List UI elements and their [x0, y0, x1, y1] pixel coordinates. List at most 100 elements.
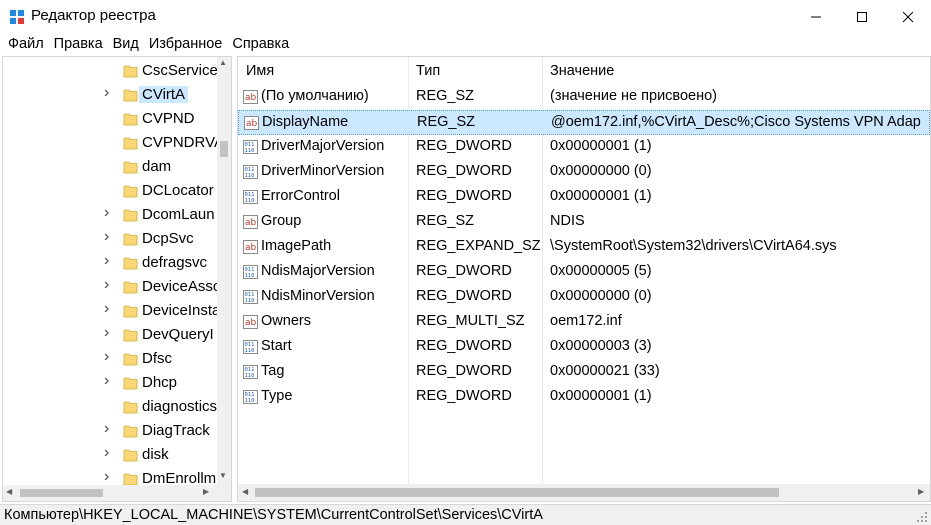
menu-view[interactable]: Вид — [108, 33, 144, 56]
tree-item[interactable]: CscService — [3, 59, 218, 83]
tree-item-label: DeviceAsso — [142, 278, 222, 295]
close-button[interactable] — [885, 0, 931, 33]
value-name: Group — [261, 213, 302, 229]
tree-item[interactable]: diagnostics — [3, 395, 217, 419]
close-icon — [902, 11, 914, 22]
table-row[interactable]: 011 110 ErrorControl REG_DWORD 0x00000001 (1… — [238, 185, 930, 210]
chevron-right-icon[interactable]: › — [104, 300, 109, 318]
table-row[interactable]: 011 110 Start REG_DWORD 0x00000003 (3) — [238, 335, 930, 360]
value-data: 0x00000000 (0) — [550, 288, 652, 304]
folder-icon — [123, 185, 138, 198]
chevron-right-icon[interactable]: › — [104, 468, 109, 486]
folder-icon — [123, 257, 138, 270]
chevron-right-icon[interactable]: › — [104, 324, 109, 342]
menu-favorites[interactable]: Избранное — [144, 33, 227, 56]
list-horizontal-scrollbar[interactable]: ◀ ▶ — [238, 484, 930, 501]
tree-item[interactable]: CVPND — [3, 107, 217, 131]
chevron-right-icon[interactable]: › — [104, 204, 109, 222]
value-name: ImagePath — [261, 238, 332, 254]
values-list[interactable]: Имя Тип Значение ◀ ▶ ab (По умолчанию) REG… — [237, 56, 931, 502]
menu-edit[interactable]: Правка — [49, 33, 108, 56]
value-type: REG_DWORD — [416, 363, 512, 379]
scroll-thumb[interactable] — [255, 488, 779, 497]
chevron-right-icon[interactable]: › — [104, 228, 109, 246]
title-bar[interactable]: Редактор реестра — [0, 0, 931, 33]
menu-help[interactable]: Справка — [227, 33, 294, 56]
table-row[interactable]: ab Owners REG_MULTI_SZ oem172.inf — [238, 310, 930, 335]
scroll-thumb[interactable] — [220, 141, 228, 157]
tree-item-label: CVirtA — [139, 86, 189, 103]
chevron-right-icon[interactable]: › — [104, 420, 109, 438]
svg-text:ab: ab — [245, 218, 257, 228]
binary-value-icon: 011110 — [243, 365, 258, 379]
binary-value-icon: 011110 — [243, 290, 258, 304]
value-name: Start — [261, 338, 292, 354]
svg-text:110: 110 — [245, 198, 255, 204]
value-data: 0x00000001 (1) — [550, 138, 652, 154]
value-type: REG_DWORD — [416, 163, 512, 179]
minimize-button[interactable] — [793, 0, 839, 33]
chevron-right-icon[interactable]: › — [104, 252, 109, 270]
regedit-icon — [10, 10, 24, 24]
tree-vertical-scrollbar[interactable]: ▲ ▼ — [217, 57, 231, 485]
tree-item[interactable]: › DeviceInsta — [3, 299, 220, 323]
chevron-right-icon[interactable]: › — [104, 372, 109, 390]
column-header-type[interactable]: Тип — [416, 57, 440, 85]
tree-item[interactable]: › DcpSvc — [3, 227, 217, 251]
tree-item[interactable]: › Dhcp — [3, 371, 217, 395]
svg-text:110: 110 — [245, 398, 255, 404]
column-header-data[interactable]: Значение — [550, 57, 614, 85]
maximize-button[interactable] — [839, 0, 885, 33]
chevron-right-icon[interactable]: › — [104, 276, 109, 294]
scroll-left-icon[interactable]: ◀ — [242, 487, 248, 496]
table-row[interactable]: 011 110 NdisMajorVersion REG_DWORD 0x0000000… — [238, 260, 930, 285]
registry-tree[interactable]: › DmEnrollm › disk › DiagTrack diagnostics › Dhc… — [2, 56, 232, 502]
scroll-right-icon[interactable]: ▶ — [918, 487, 924, 496]
table-row[interactable]: 011 110 NdisMinorVersion REG_DWORD 0x0000000… — [238, 285, 930, 310]
tree-item-label: defragsvc — [142, 254, 208, 271]
table-row[interactable]: 011 110 DriverMajorVersion REG_DWORD 0x00000… — [238, 135, 930, 160]
tree-item[interactable]: › DiagTrack — [3, 419, 217, 443]
scroll-left-icon[interactable]: ◀ — [6, 487, 12, 496]
tree-horizontal-scrollbar[interactable]: ◀ ▶ — [3, 485, 217, 501]
window-title: Редактор реестра — [31, 7, 156, 24]
folder-icon — [123, 449, 138, 462]
value-data: oem172.inf — [550, 313, 622, 329]
menu-file[interactable]: Файл — [3, 33, 49, 56]
tree-item[interactable]: › CVirtA — [3, 83, 217, 107]
svg-text:110: 110 — [245, 348, 255, 354]
tree-item[interactable]: › disk — [3, 443, 217, 467]
tree-item[interactable]: CVPNDRVA — [3, 131, 224, 155]
table-row[interactable]: 011 110 Tag REG_DWORD 0x00000021 (33) — [238, 360, 930, 385]
string-value-icon: ab — [243, 90, 258, 104]
folder-icon — [123, 305, 138, 318]
table-row[interactable]: ab ImagePath REG_EXPAND_SZ \SystemRoot\Syst… — [238, 235, 930, 260]
scroll-down-icon[interactable]: ▼ — [219, 471, 227, 480]
scroll-thumb[interactable] — [20, 489, 103, 497]
value-type: REG_MULTI_SZ — [416, 313, 525, 329]
resize-grip-icon[interactable] — [916, 511, 928, 523]
tree-item[interactable]: › DcomLaun — [3, 203, 217, 227]
table-row[interactable]: 011 110 Type REG_DWORD 0x00000001 (1) — [238, 385, 930, 410]
chevron-right-icon[interactable]: › — [104, 444, 109, 462]
table-row[interactable]: ab Group REG_SZ NDIS — [238, 210, 930, 235]
chevron-right-icon[interactable]: › — [104, 84, 109, 102]
chevron-right-icon[interactable]: › — [104, 348, 109, 366]
table-row[interactable]: 011 110 DriverMinorVersion REG_DWORD 0x00000… — [238, 160, 930, 185]
value-name: Owners — [261, 313, 311, 329]
column-header-name[interactable]: Имя — [246, 57, 274, 85]
string-value-icon: ab — [243, 215, 258, 229]
table-row[interactable]: ab (По умолчанию) REG_SZ (значение не присв… — [238, 85, 930, 110]
tree-item[interactable]: DCLocator — [3, 179, 217, 203]
tree-item[interactable]: › DevQueryI — [3, 323, 217, 347]
tree-item[interactable]: › DeviceAsso — [3, 275, 221, 299]
tree-item[interactable]: › defragsvc — [3, 251, 217, 275]
scroll-right-icon[interactable]: ▶ — [203, 487, 209, 496]
tree-item[interactable]: › Dfsc — [3, 347, 217, 371]
value-type: REG_EXPAND_SZ — [416, 238, 541, 254]
string-value-icon: ab — [244, 116, 259, 130]
tree-item[interactable]: dam — [3, 155, 217, 179]
table-row[interactable]: ab DisplayName REG_SZ @oem172.inf,%CVirtA_D… — [238, 110, 930, 135]
folder-icon — [123, 425, 138, 438]
scroll-up-icon[interactable]: ▲ — [219, 58, 227, 67]
